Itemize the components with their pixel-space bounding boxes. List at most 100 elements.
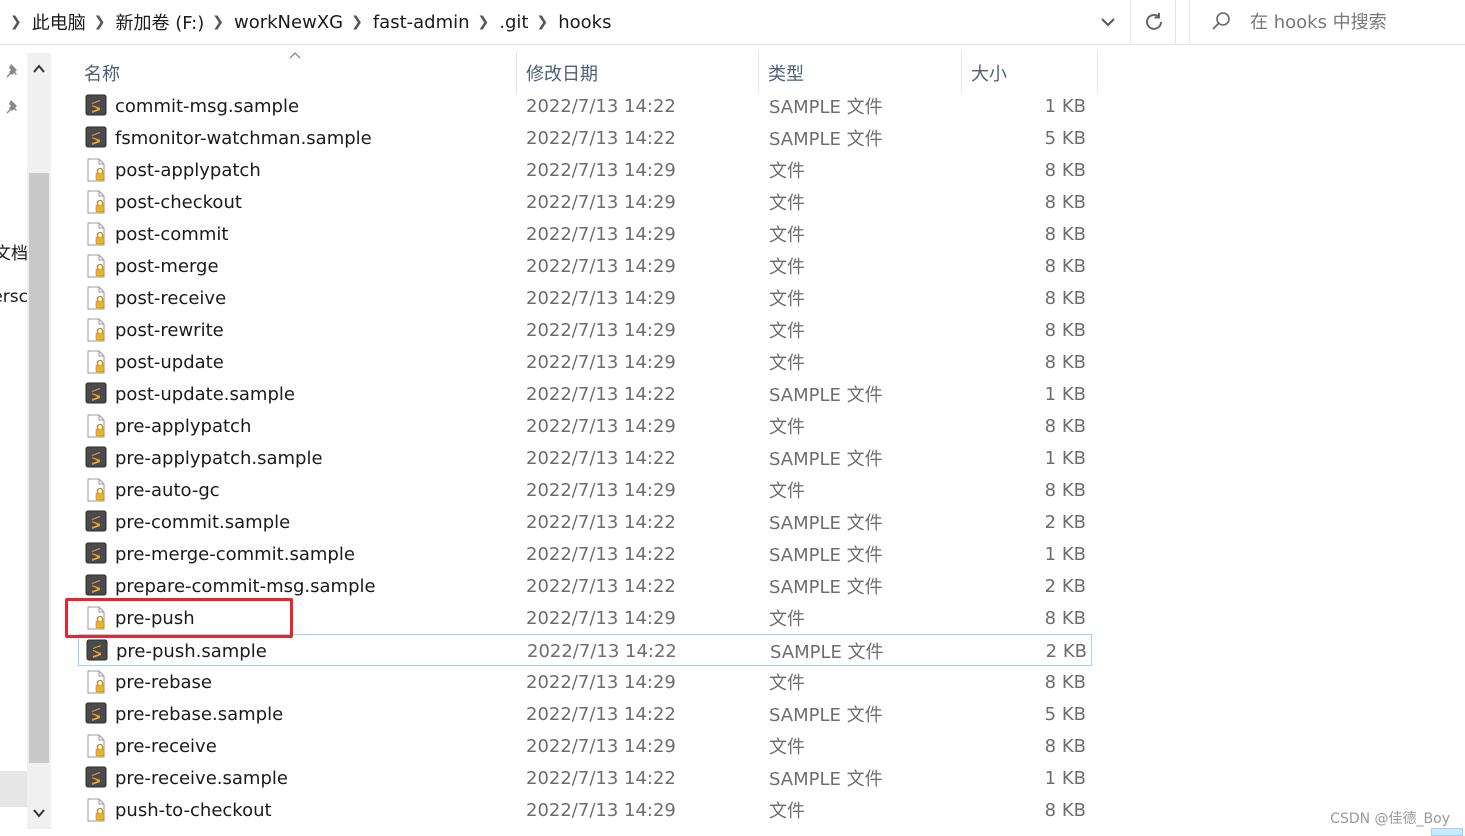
- chevron-right-icon[interactable]: ❯: [204, 14, 234, 30]
- file-row[interactable]: pre-receive 2022/7/13 14:29 文件 8 KB: [78, 730, 1092, 762]
- file-row[interactable]: pre-auto-gc 2022/7/13 14:29 文件 8 KB: [78, 474, 1092, 506]
- file-row[interactable]: pre-merge-commit.sample 2022/7/13 14:22 SA…: [78, 538, 1092, 570]
- file-size: 1 KB: [1044, 767, 1086, 789]
- locked-file-icon: [85, 478, 107, 502]
- file-size: 2 KB: [1044, 511, 1086, 533]
- pin-icon[interactable]: [5, 61, 23, 79]
- breadcrumb-hooks[interactable]: hooks: [558, 12, 611, 33]
- file-row[interactable]: pre-push 2022/7/13 14:29 文件 8 KB: [78, 602, 1092, 634]
- column-header-date[interactable]: 修改日期: [517, 52, 759, 94]
- file-type: 文件: [769, 193, 805, 214]
- vertical-scrollbar[interactable]: [27, 53, 51, 829]
- breadcrumb-drive[interactable]: 新加卷 (F:): [115, 9, 204, 35]
- chevron-right-icon[interactable]: ❯: [343, 14, 373, 30]
- file-name: fsmonitor-watchman.sample: [115, 127, 372, 149]
- scroll-up-button[interactable]: [27, 57, 51, 81]
- file-row[interactable]: pre-rebase 2022/7/13 14:29 文件 8 KB: [78, 666, 1092, 698]
- file-date: 2022/7/13 14:29: [526, 735, 676, 757]
- file-row[interactable]: post-checkout 2022/7/13 14:29 文件 8 KB: [78, 186, 1092, 218]
- file-row[interactable]: pre-applypatch.sample 2022/7/13 14:22 SAMP…: [78, 442, 1092, 474]
- file-row[interactable]: pre-applypatch 2022/7/13 14:29 文件 8 KB: [78, 410, 1092, 442]
- file-row[interactable]: pre-commit.sample 2022/7/13 14:22 SAMPLE 文…: [78, 506, 1092, 538]
- file-name: pre-merge-commit.sample: [115, 543, 355, 565]
- file-row[interactable]: post-merge 2022/7/13 14:29 文件 8 KB: [78, 250, 1092, 282]
- column-header-size[interactable]: 大小: [962, 52, 1098, 94]
- address-bar[interactable]: ❯ 此电脑 ❯ 新加卷 (F:) ❯ workNewXG ❯ fast-admi…: [0, 0, 1131, 44]
- sublime-text-icon: [85, 446, 107, 470]
- file-date: 2022/7/13 14:22: [526, 447, 676, 469]
- file-row[interactable]: post-rewrite 2022/7/13 14:29 文件 8 KB: [78, 314, 1092, 346]
- file-name: post-update: [115, 351, 224, 373]
- chevron-right-icon[interactable]: ❯: [529, 14, 559, 30]
- file-date: 2022/7/13 14:22: [526, 767, 676, 789]
- file-type: 文件: [769, 417, 805, 438]
- breadcrumb-this-pc[interactable]: 此电脑: [32, 9, 86, 35]
- resize-corner[interactable]: [1431, 828, 1463, 836]
- file-type: 文件: [769, 161, 805, 182]
- sublime-text-icon: [86, 639, 108, 663]
- file-row[interactable]: commit-msg.sample 2022/7/13 14:22 SAMPLE 文…: [78, 90, 1092, 122]
- file-row[interactable]: post-commit 2022/7/13 14:29 文件 8 KB: [78, 218, 1092, 250]
- file-row[interactable]: pre-push.sample 2022/7/13 14:22 SAMPLE 文件 2…: [78, 634, 1092, 666]
- file-type: SAMPLE 文件: [769, 577, 883, 598]
- file-name: pre-applypatch.sample: [115, 447, 323, 469]
- chevron-down-icon[interactable]: [1098, 12, 1118, 32]
- file-row[interactable]: post-applypatch 2022/7/13 14:29 文件 8 KB: [78, 154, 1092, 186]
- file-row[interactable]: push-to-checkout 2022/7/13 14:29 文件 8 KB: [78, 794, 1092, 826]
- pin-icon[interactable]: [5, 97, 23, 115]
- chevron-right-icon[interactable]: ❯: [86, 14, 116, 30]
- locked-file-icon: [85, 670, 107, 694]
- file-size: 2 KB: [1045, 640, 1087, 662]
- file-name: pre-receive: [115, 735, 217, 757]
- file-row[interactable]: pre-rebase.sample 2022/7/13 14:22 SAMPLE 文…: [78, 698, 1092, 730]
- chevron-down-icon: [33, 809, 45, 818]
- sublime-text-icon: [85, 94, 107, 118]
- file-date: 2022/7/13 14:29: [526, 287, 676, 309]
- breadcrumb-git[interactable]: .git: [499, 12, 528, 33]
- file-row[interactable]: post-update 2022/7/13 14:29 文件 8 KB: [78, 346, 1092, 378]
- chevron-right-icon[interactable]: ❯: [0, 14, 32, 30]
- file-date: 2022/7/13 14:22: [526, 703, 676, 725]
- file-row[interactable]: fsmonitor-watchman.sample 2022/7/13 14:22…: [78, 122, 1092, 154]
- file-type: 文件: [769, 353, 805, 374]
- file-name: pre-commit.sample: [115, 511, 291, 533]
- file-name: post-rewrite: [115, 319, 224, 341]
- file-row[interactable]: pre-receive.sample 2022/7/13 14:22 SAMPLE …: [78, 762, 1092, 794]
- breadcrumb-fast-admin[interactable]: fast-admin: [373, 12, 470, 33]
- column-header-name[interactable]: 名称: [78, 52, 517, 94]
- sublime-text-icon: [85, 126, 107, 150]
- file-name: pre-push.sample: [116, 640, 267, 662]
- search-input[interactable]: [1250, 11, 1450, 33]
- scrollbar-thumb[interactable]: [29, 173, 49, 763]
- file-size: 8 KB: [1044, 479, 1086, 501]
- file-size: 8 KB: [1044, 223, 1086, 245]
- locked-file-icon: [85, 734, 107, 758]
- file-size: 8 KB: [1044, 191, 1086, 213]
- search-box[interactable]: [1189, 0, 1465, 44]
- file-size: 8 KB: [1044, 287, 1086, 309]
- refresh-icon: [1145, 13, 1162, 30]
- file-row[interactable]: post-receive 2022/7/13 14:29 文件 8 KB: [78, 282, 1092, 314]
- breadcrumb-worknewxg[interactable]: workNewXG: [234, 12, 343, 33]
- file-row[interactable]: post-update.sample 2022/7/13 14:22 SAMPLE …: [78, 378, 1092, 410]
- locked-file-icon: [85, 606, 107, 630]
- file-row[interactable]: prepare-commit-msg.sample 2022/7/13 14:22…: [78, 570, 1092, 602]
- sublime-text-icon: [85, 702, 107, 726]
- file-type: SAMPLE 文件: [769, 769, 883, 790]
- column-header-type[interactable]: 类型: [759, 52, 962, 94]
- refresh-button[interactable]: [1132, 0, 1176, 44]
- file-size: 8 KB: [1044, 351, 1086, 373]
- file-type: SAMPLE 文件: [769, 449, 883, 470]
- file-type: 文件: [769, 321, 805, 342]
- file-size: 1 KB: [1044, 543, 1086, 565]
- file-date: 2022/7/13 14:29: [526, 255, 676, 277]
- file-name: pre-applypatch: [115, 415, 252, 437]
- file-type: 文件: [769, 801, 805, 822]
- nav-item-documents[interactable]: 文档: [0, 239, 28, 264]
- chevron-right-icon[interactable]: ❯: [470, 14, 500, 30]
- nav-item-selected[interactable]: [0, 771, 27, 807]
- file-name: push-to-checkout: [115, 799, 272, 821]
- file-name: pre-receive.sample: [115, 767, 288, 789]
- scroll-down-button[interactable]: [27, 801, 51, 825]
- nav-item-user[interactable]: ersc: [0, 287, 28, 307]
